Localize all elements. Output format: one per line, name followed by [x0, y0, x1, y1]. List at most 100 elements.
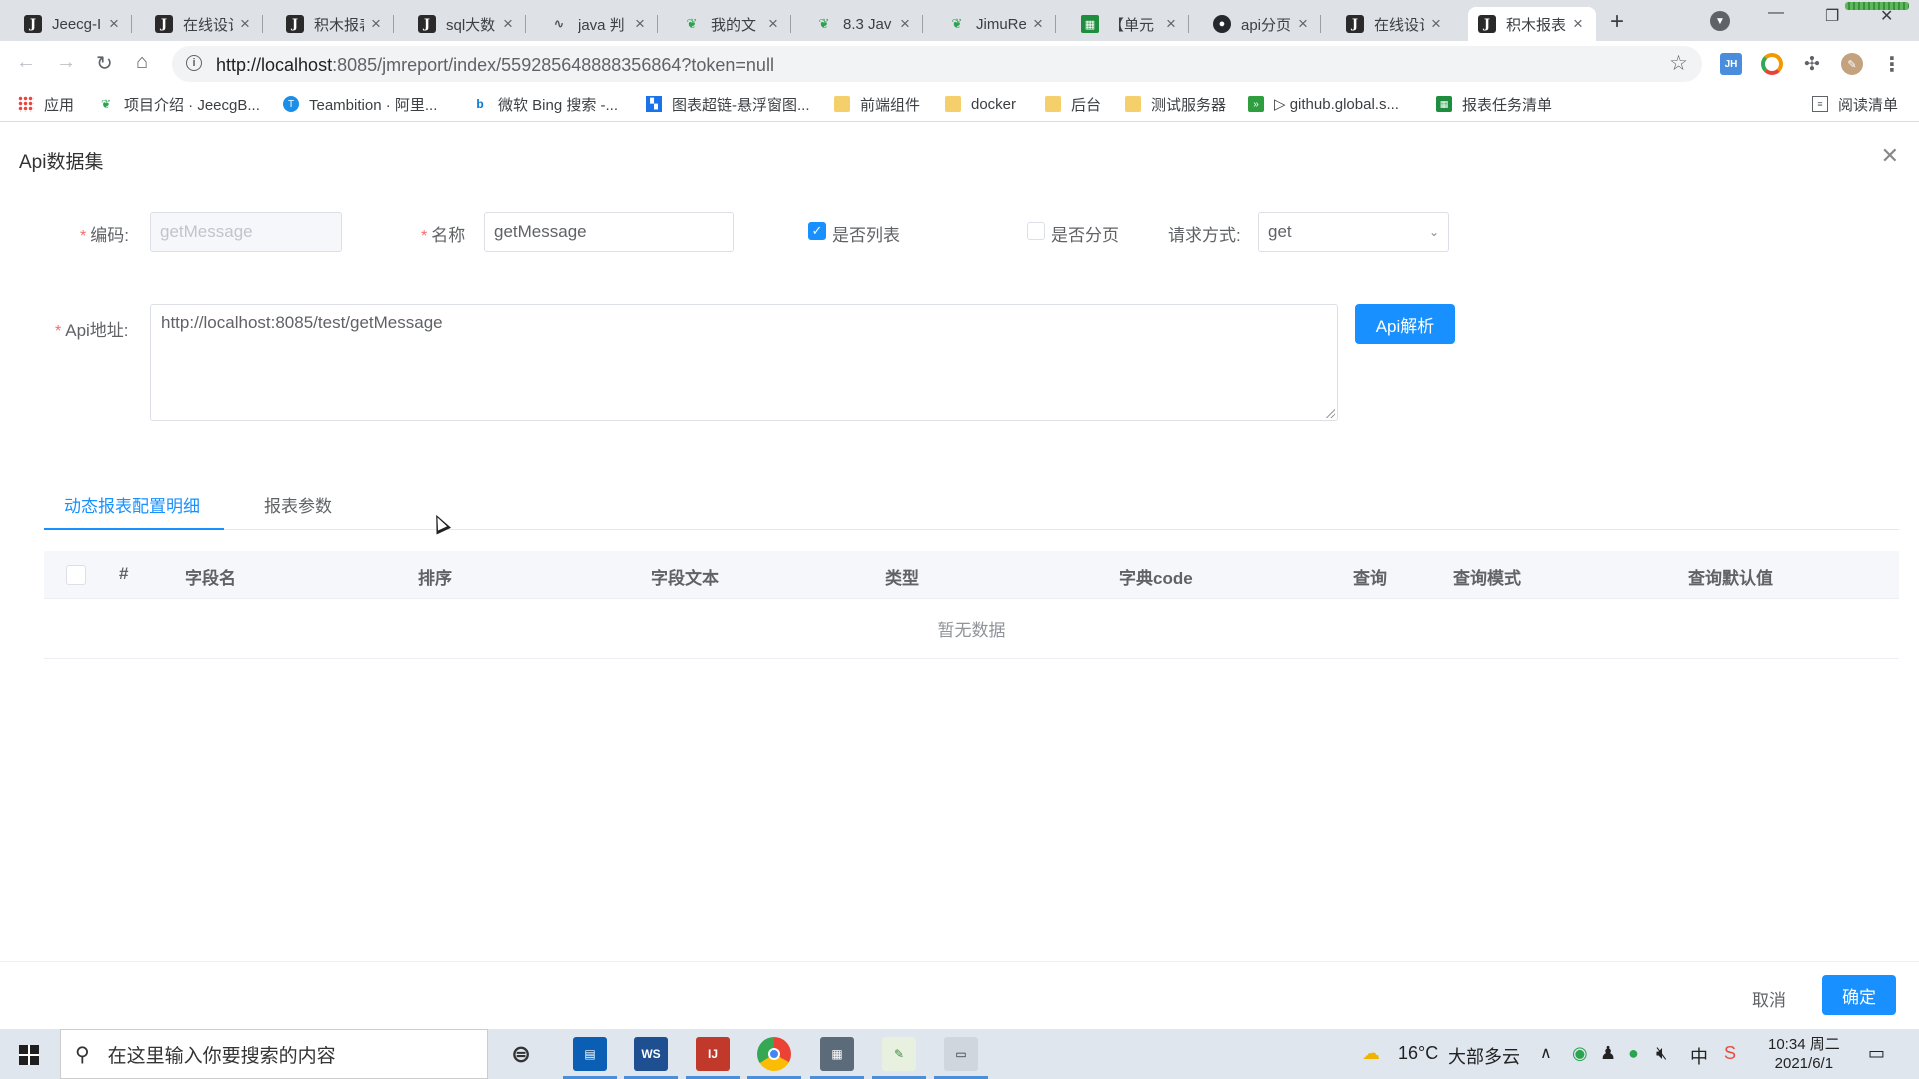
back-arrow-icon[interactable]: ←	[16, 51, 36, 74]
j-icon: J	[24, 15, 42, 33]
task-view-icon[interactable]: ⊜	[504, 1037, 538, 1071]
bookmark-item[interactable]: ❦ 项目介绍 · JeecgB...	[98, 93, 260, 115]
name-label-text: 名称	[431, 226, 466, 245]
bookmark-item[interactable]: ▚ 图表超链-悬浮窗图...	[646, 93, 810, 115]
is-list-checkbox[interactable]: ✓	[808, 222, 826, 240]
tray-app-icon[interactable]: ◉	[1572, 1043, 1588, 1064]
notification-icon[interactable]: ▭	[1868, 1043, 1885, 1064]
sogou-ime-icon[interactable]: S	[1724, 1043, 1736, 1064]
weather-icon[interactable]: ☁	[1362, 1043, 1380, 1064]
sheet-icon: ▦	[1081, 15, 1099, 33]
browser-tab[interactable]: ● api分页 ×	[1203, 7, 1321, 41]
resize-grip-icon[interactable]	[1326, 409, 1335, 418]
address-bar[interactable]: i http://localhost:8085/jmreport/index/5…	[172, 46, 1702, 82]
close-icon[interactable]: ×	[500, 14, 516, 34]
tab-search-chevron-icon[interactable]: ▼	[1710, 11, 1730, 31]
ok-button[interactable]: 确定	[1822, 975, 1896, 1015]
qq-icon[interactable]: ♟	[1600, 1043, 1616, 1064]
restore-icon[interactable]: ❐	[1825, 6, 1839, 26]
calculator-icon[interactable]: ▦	[810, 1037, 864, 1079]
close-icon[interactable]: ×	[632, 14, 648, 34]
close-icon[interactable]: ×	[106, 14, 122, 34]
jh-extension-icon[interactable]: JH	[1720, 53, 1742, 75]
close-icon[interactable]: ×	[368, 14, 384, 34]
bookmark-item[interactable]: » ▷ github.global.s...	[1248, 93, 1399, 115]
bookmark-folder[interactable]: 后台	[1045, 93, 1101, 115]
address-url[interactable]: http://localhost:8085/jmreport/index/559…	[216, 55, 774, 76]
volume-muted-icon[interactable]: 🔇︎	[1656, 1043, 1667, 1064]
tray-chevron-up-icon[interactable]: ∧	[1540, 1043, 1552, 1063]
folder-icon	[1045, 96, 1061, 112]
color-ring-extension-icon[interactable]	[1761, 53, 1783, 75]
weather-temp[interactable]: 16°C	[1398, 1043, 1438, 1064]
tab-dynamic-report-config[interactable]: 动态报表配置明细	[64, 492, 200, 517]
reload-icon[interactable]: ↻	[96, 51, 113, 76]
paint-icon[interactable]: ✎	[872, 1037, 926, 1079]
close-icon[interactable]: ×	[897, 14, 913, 34]
browser-tab[interactable]: ❦ JimuRe ×	[938, 7, 1056, 41]
bookmark-folder[interactable]: 测试服务器	[1125, 93, 1226, 115]
close-icon[interactable]: ×	[765, 14, 781, 34]
bookmark-label: 图表超链-悬浮窗图...	[672, 96, 810, 114]
profile-avatar-icon[interactable]: ✎	[1841, 53, 1863, 75]
new-tab-plus-icon[interactable]: +	[1610, 8, 1624, 36]
browser-tab[interactable]: J 在线设计 ×	[145, 7, 263, 41]
home-icon[interactable]: ⌂	[136, 51, 148, 74]
check-icon: ✓	[811, 223, 823, 238]
extensions-puzzle-icon[interactable]: ✣	[1801, 53, 1823, 75]
api-url-textarea[interactable]: http://localhost:8085/test/getMessage	[150, 304, 1338, 421]
intellij-icon[interactable]: IJ	[686, 1037, 740, 1079]
chrome-center-icon	[768, 1048, 780, 1060]
bookmark-apps[interactable]: 应用	[18, 93, 74, 115]
close-icon[interactable]: ×	[1570, 14, 1586, 34]
windows-start-icon[interactable]	[19, 1045, 39, 1065]
cancel-button[interactable]: 取消	[1752, 986, 1786, 1011]
minimize-icon[interactable]: —	[1768, 4, 1784, 22]
close-icon[interactable]: ✕	[1881, 143, 1899, 169]
select-all-checkbox[interactable]	[66, 565, 86, 585]
site-info-icon[interactable]: i	[186, 55, 202, 71]
webstorm-icon[interactable]: WS	[624, 1037, 678, 1079]
name-input[interactable]: getMessage	[484, 212, 734, 252]
bookmark-item[interactable]: b 微软 Bing 搜索 -...	[472, 93, 618, 115]
browser-tab[interactable]: J sql大数 ×	[408, 7, 526, 41]
forward-arrow-icon[interactable]: →	[56, 51, 76, 74]
is-paged-checkbox[interactable]	[1027, 222, 1045, 240]
remote-desktop-icon[interactable]: ▭	[934, 1037, 988, 1079]
code-input[interactable]: getMessage	[150, 212, 342, 252]
browser-tab-active[interactable]: J 积木报表 ×	[1468, 7, 1596, 41]
browser-tab[interactable]: ❦ 8.3 Jav ×	[805, 7, 923, 41]
bookmark-folder[interactable]: docker	[945, 93, 1016, 115]
api-parse-button[interactable]: Api解析	[1355, 304, 1455, 344]
browser-tab[interactable]: ❦ 我的文 ×	[673, 7, 791, 41]
bookmark-folder[interactable]: 前端组件	[834, 93, 920, 115]
browser-tab[interactable]: ∿ java 判 ×	[540, 7, 658, 41]
ime-indicator[interactable]: 中	[1690, 1043, 1708, 1069]
reading-list[interactable]: ≡ 阅读清单	[1812, 93, 1898, 115]
system-clock[interactable]: 10:34 周二 2021/6/1	[1768, 1035, 1840, 1073]
bookmark-item[interactable]: T Teambition · 阿里...	[283, 93, 437, 115]
close-icon[interactable]: ×	[1163, 14, 1179, 34]
weather-text[interactable]: 大部多云	[1448, 1043, 1520, 1069]
close-icon[interactable]: ×	[237, 14, 253, 34]
wechat-icon[interactable]: ●	[1628, 1043, 1639, 1064]
chrome-icon[interactable]	[747, 1037, 801, 1079]
bookmark-item[interactable]: ▦ 报表任务清单	[1436, 93, 1552, 115]
method-select[interactable]: get ⌄	[1258, 212, 1449, 252]
tab-report-params[interactable]: 报表参数	[264, 492, 332, 517]
browser-tab[interactable]: J 积木报表 ×	[276, 7, 394, 41]
close-icon[interactable]: ×	[1295, 14, 1311, 34]
file-explorer-icon[interactable]: ▤	[563, 1037, 617, 1079]
col-query-default: 查询默认值	[1688, 569, 1773, 588]
reading-list-icon: ≡	[1812, 96, 1828, 112]
taskbar-search-box[interactable]: ⚲ 在这里输入你要搜索的内容	[60, 1029, 488, 1079]
menu-kebab-icon[interactable]: ⋮	[1881, 53, 1903, 76]
close-icon[interactable]: ×	[1030, 14, 1046, 34]
browser-tab[interactable]: J Jeecg-I ×	[14, 7, 132, 41]
browser-tab-title: java 判	[578, 16, 625, 34]
browser-tab[interactable]: J 在线设计 ×	[1336, 7, 1454, 41]
browser-tab[interactable]: ▦ 【单元 ×	[1071, 7, 1189, 41]
active-tab-indicator	[44, 528, 224, 530]
bookmark-star-icon[interactable]: ☆	[1669, 51, 1688, 76]
close-icon[interactable]: ×	[1428, 14, 1444, 34]
